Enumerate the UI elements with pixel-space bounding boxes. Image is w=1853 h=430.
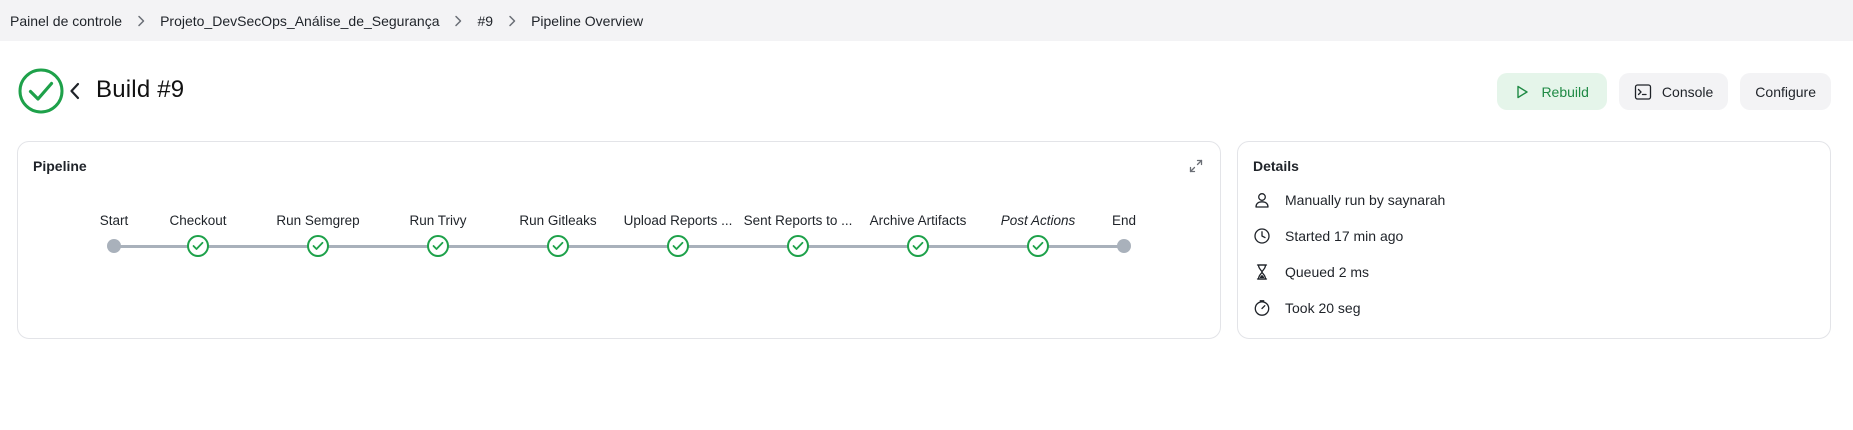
stage-checkout-check-icon[interactable] — [187, 235, 209, 257]
header-actions: Rebuild Console Configure — [1497, 73, 1831, 110]
stage-start-node — [107, 239, 121, 253]
detail-row-started: Started 17 min ago — [1253, 227, 1403, 245]
detail-started-text: Started 17 min ago — [1285, 228, 1404, 244]
play-icon — [1513, 83, 1531, 101]
stage-post-actions-check-icon[interactable] — [1027, 235, 1049, 257]
back-chevron-icon[interactable] — [68, 77, 86, 105]
details-card: Details Manually run by saynarah Started… — [1237, 141, 1831, 339]
detail-row-took: Took 20 seg — [1253, 299, 1361, 317]
user-icon — [1253, 191, 1271, 209]
stage-archive-artifacts-check-icon[interactable] — [907, 235, 929, 257]
chevron-right-icon — [507, 15, 517, 27]
stage-label-sent-reports[interactable]: Sent Reports to ... — [744, 213, 853, 228]
pipeline-track — [114, 245, 1124, 248]
configure-button[interactable]: Configure — [1740, 73, 1831, 110]
stage-label-end: End — [1111, 213, 1137, 228]
stage-label-run-semgrep[interactable]: Run Semgrep — [276, 213, 359, 228]
stage-label-start: Start — [99, 213, 129, 228]
stage-upload-reports-check-icon[interactable] — [667, 235, 689, 257]
page-title: Build #9 — [96, 76, 185, 103]
stage-label-run-trivy[interactable]: Run Trivy — [409, 213, 466, 228]
chevron-right-icon — [136, 15, 146, 27]
hourglass-icon — [1253, 263, 1271, 281]
configure-button-label: Configure — [1755, 83, 1816, 100]
stage-run-semgrep-check-icon[interactable] — [307, 235, 329, 257]
chevron-right-icon — [453, 15, 463, 27]
breadcrumb-item-build[interactable]: #9 — [477, 13, 493, 29]
stage-label-upload-reports[interactable]: Upload Reports ... — [624, 213, 733, 228]
breadcrumb-item-dashboard[interactable]: Painel de controle — [10, 13, 122, 29]
console-button[interactable]: Console — [1618, 73, 1729, 110]
detail-row-run-by: Manually run by saynarah — [1253, 191, 1445, 209]
stage-label-run-gitleaks[interactable]: Run Gitleaks — [519, 213, 596, 228]
rebuild-button-label: Rebuild — [1541, 83, 1589, 100]
detail-queued-text: Queued 2 ms — [1285, 264, 1370, 280]
pipeline-card: Pipeline Start Checkout Run Semgrep Run … — [17, 141, 1221, 339]
clock-icon — [1253, 227, 1271, 245]
detail-took-text: Took 20 seg — [1285, 300, 1361, 316]
timer-icon — [1253, 299, 1271, 317]
rebuild-button[interactable]: Rebuild — [1497, 73, 1607, 110]
stage-run-gitleaks-check-icon[interactable] — [547, 235, 569, 257]
stage-label-post-actions[interactable]: Post Actions — [1001, 213, 1076, 228]
details-card-title: Details — [1253, 158, 1299, 174]
breadcrumb: Painel de controle Projeto_DevSecOps_Aná… — [0, 0, 1853, 41]
stage-sent-reports-check-icon[interactable] — [787, 235, 809, 257]
stage-label-archive-artifacts[interactable]: Archive Artifacts — [870, 213, 967, 228]
terminal-icon — [1634, 83, 1652, 101]
stage-end-node — [1117, 239, 1131, 253]
check-circle-icon — [18, 68, 64, 114]
console-button-label: Console — [1661, 83, 1714, 100]
detail-run-by-text: Manually run by saynarah — [1285, 192, 1446, 208]
stage-label-checkout[interactable]: Checkout — [169, 213, 226, 228]
detail-row-queued: Queued 2 ms — [1253, 263, 1369, 281]
breadcrumb-item-project[interactable]: Projeto_DevSecOps_Análise_de_Segurança — [160, 13, 439, 29]
breadcrumb-item-current[interactable]: Pipeline Overview — [531, 13, 643, 29]
pipeline-graph: Start Checkout Run Semgrep Run Trivy Run… — [18, 142, 1220, 338]
stage-run-trivy-check-icon[interactable] — [427, 235, 449, 257]
